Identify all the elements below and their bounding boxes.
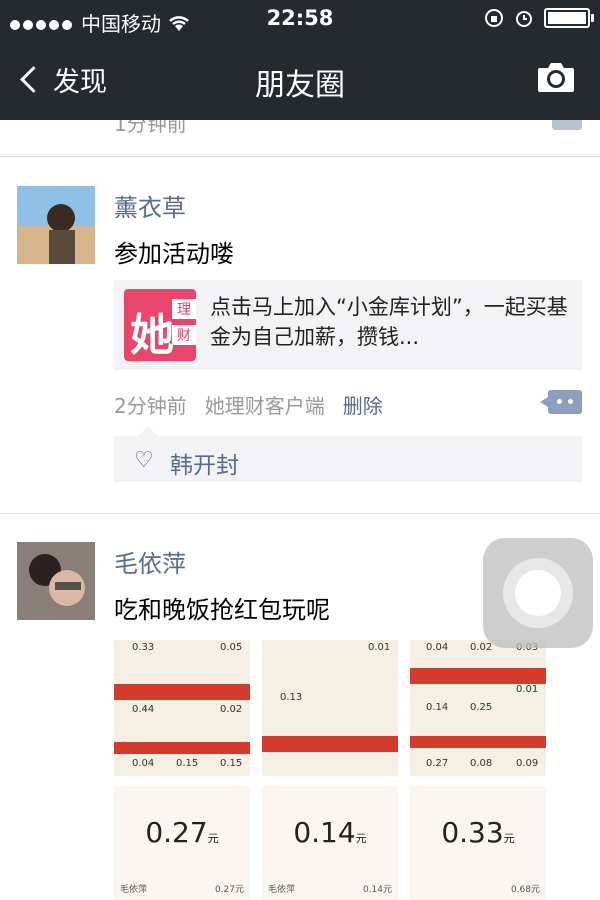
card-value: 0.68元: [510, 885, 540, 895]
card-value: 0.14元: [362, 885, 392, 895]
prev-comment-button[interactable]: [552, 120, 582, 130]
status-bar: 中国移动 22:58: [0, 0, 600, 40]
alarm-icon: [516, 11, 532, 27]
post-text: 吃和晚饭抢红包玩呢: [114, 596, 330, 624]
photo-value: 0.13: [280, 692, 303, 703]
amount-value: 0.33: [441, 816, 504, 849]
photo-value: 0.01: [516, 684, 539, 695]
amount-value: 0.14: [293, 816, 356, 849]
card-value: 0.27元: [214, 885, 244, 895]
prev-post-time: 1分钟前: [114, 120, 187, 136]
delete-link[interactable]: 删除: [343, 390, 383, 419]
amount-value: 0.27: [145, 816, 208, 849]
avatar[interactable]: [17, 542, 95, 620]
photo-value: 0.02: [470, 642, 493, 653]
shared-link-card[interactable]: 她 理 财 点击马上加入“小金库计划”，一起买基金为自己加薪，攒钱...: [114, 280, 582, 370]
photo-value: 0.14: [426, 702, 449, 713]
post: 薰衣草 参加活动喽 她 理 财 点击马上加入“小金库计划”，一起买基金为自己加薪…: [0, 156, 600, 556]
post-meta: 2分钟前 她理财客户端 删除: [114, 390, 383, 419]
logo-side-top: 理: [172, 299, 196, 319]
avatar[interactable]: [17, 186, 95, 264]
amount-unit: 元: [355, 832, 367, 845]
camera-icon[interactable]: [536, 60, 576, 94]
post-time: 2分钟前: [114, 394, 187, 418]
photo-thumbnail[interactable]: 0.33 0.05 0.44 0.02 0.04 0.15 0.15: [114, 640, 250, 776]
photo-thumbnail[interactable]: 0.27元 毛依萍 0.27元: [114, 786, 250, 900]
photo-value: 0.15: [176, 758, 199, 769]
liker-name[interactable]: 韩开封: [170, 446, 239, 480]
likes-panel: ♡ 韩开封: [114, 426, 582, 482]
post-author[interactable]: 毛依萍: [114, 544, 186, 579]
heart-icon: ♡: [134, 448, 154, 473]
photo-value: 0.08: [470, 758, 493, 769]
card-user: 毛依萍: [120, 885, 148, 895]
post-author[interactable]: 薰衣草: [114, 188, 186, 223]
photo-value: 0.27: [426, 758, 449, 769]
card-user: 毛依萍: [268, 885, 296, 895]
photo-value: 0.04: [132, 758, 155, 769]
photo-thumbnail[interactable]: 0.33元 0.68元: [410, 786, 546, 900]
photo-value: 0.33: [132, 642, 155, 653]
amount-unit: 元: [503, 832, 515, 845]
share-description: 点击马上加入“小金库计划”，一起买基金为自己加薪，攒钱...: [210, 295, 568, 349]
photo-value: 0.02: [220, 704, 243, 715]
photo-value: 0.25: [470, 702, 493, 713]
photo-thumbnail[interactable]: 0.14元 毛依萍 0.14元: [262, 786, 398, 900]
rotation-lock-icon: [485, 9, 503, 27]
photo-thumbnail[interactable]: 0.04 0.02 0.03 0.01 0.14 0.25 0.27 0.08 …: [410, 640, 546, 776]
top-bar: 中国移动 22:58 发现 朋友圈: [0, 0, 600, 120]
nav-bar: 发现 朋友圈: [0, 40, 600, 120]
photo-value: 0.01: [368, 642, 391, 653]
divider: [0, 513, 600, 514]
photo-value: 0.04: [426, 642, 449, 653]
logo-side-bottom: 财: [172, 325, 196, 345]
app-logo: 她 理 财: [124, 289, 196, 361]
assistive-touch-button[interactable]: [483, 538, 593, 648]
post-text: 参加活动喽: [114, 240, 234, 268]
comment-button[interactable]: [540, 390, 582, 414]
photo-value: 0.09: [516, 758, 539, 769]
page-title: 朋友圈: [255, 68, 345, 103]
post-source[interactable]: 她理财客户端: [205, 390, 325, 419]
moments-feed[interactable]: 1分钟前 薰衣草 参加活动喽 她 理 财 点击马上加入“小金库计划”，一起买基金…: [0, 120, 600, 900]
photo-thumbnail[interactable]: 0.01 0.13: [262, 640, 398, 776]
photo-value: 0.44: [132, 704, 155, 715]
photo-grid: 0.33 0.05 0.44 0.02 0.04 0.15 0.15 0.01 …: [114, 640, 554, 900]
photo-value: 0.15: [220, 758, 243, 769]
battery-icon: [544, 8, 594, 28]
amount-unit: 元: [207, 832, 219, 845]
photo-value: 0.05: [220, 642, 243, 653]
logo-text: 她: [130, 310, 174, 361]
